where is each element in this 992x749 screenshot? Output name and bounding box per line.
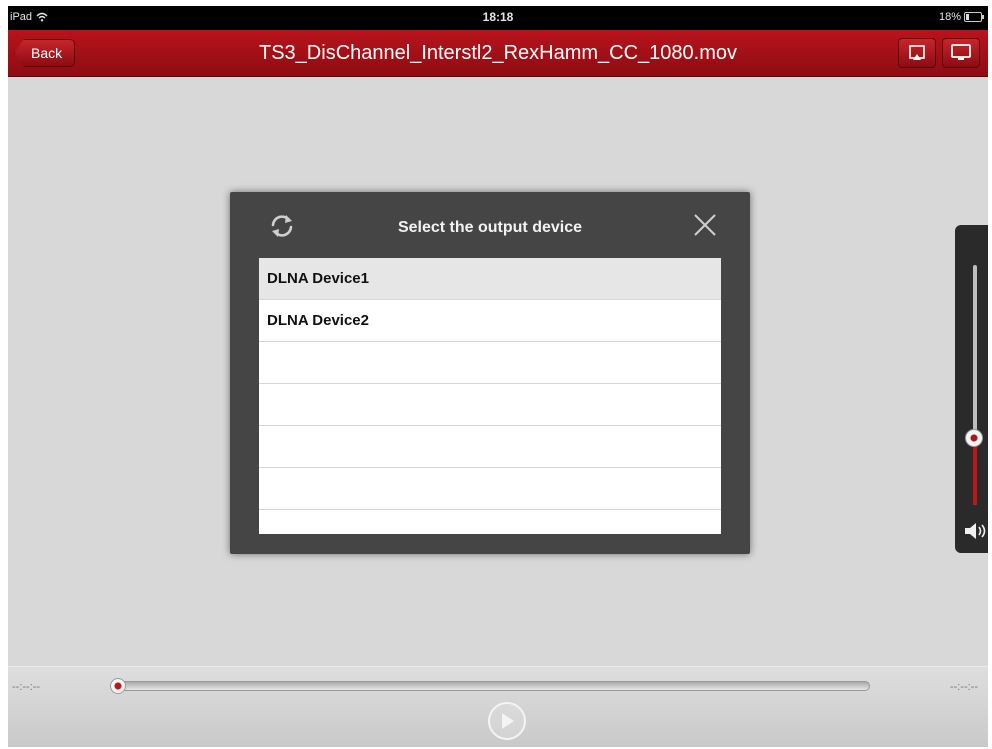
speaker-icon[interactable] (963, 521, 988, 541)
empty-list-row (259, 468, 721, 510)
battery-percent: 18% (938, 11, 961, 23)
progress-knob[interactable] (110, 678, 126, 694)
app-screen: iPad 18:18 18% Back TS3_DisChannel_Inter… (8, 6, 988, 747)
volume-slider-knob[interactable] (965, 429, 983, 447)
player-controls: --:--:-- --:--:-- (8, 666, 988, 747)
device-list: DLNA Device1 DLNA Device2 (259, 258, 721, 534)
status-right: 18% (938, 11, 984, 23)
output-screen-button[interactable] (942, 38, 980, 68)
empty-list-row (259, 384, 721, 426)
airplay-button[interactable] (898, 38, 936, 68)
dialog-title: Select the output device (397, 219, 583, 236)
remaining-time: --:--:-- (949, 681, 978, 693)
play-button[interactable] (488, 702, 526, 740)
progress-bar[interactable] (112, 681, 870, 691)
tv-screen-icon (951, 44, 971, 60)
elapsed-time: --:--:-- (12, 681, 41, 693)
output-device-dialog: Select the output device DLNA Device1 DLN… (230, 192, 750, 554)
play-icon (502, 713, 514, 729)
device-list-item[interactable]: DLNA Device2 (259, 300, 721, 342)
status-time: 18:18 (482, 10, 514, 24)
volume-fill (973, 438, 977, 505)
device-list-item[interactable]: DLNA Device1 (259, 258, 721, 300)
battery-icon (964, 12, 984, 22)
nav-bar: Back TS3_DisChannel_Interstl2_RexHamm_CC… (8, 30, 988, 77)
video-title: TS3_DisChannel_Interstl2_RexHamm_CC_1080… (259, 42, 737, 64)
back-button[interactable]: Back (14, 39, 76, 67)
dialog-header: Select the output device (230, 192, 750, 258)
battery-fill (966, 14, 969, 20)
empty-list-row (259, 426, 721, 468)
volume-panel (955, 225, 988, 553)
volume-track[interactable] (973, 265, 977, 505)
airplay-icon (909, 45, 925, 60)
close-icon[interactable] (692, 212, 718, 238)
empty-list-row (259, 342, 721, 384)
status-bar: iPad 18:18 18% (8, 6, 988, 30)
